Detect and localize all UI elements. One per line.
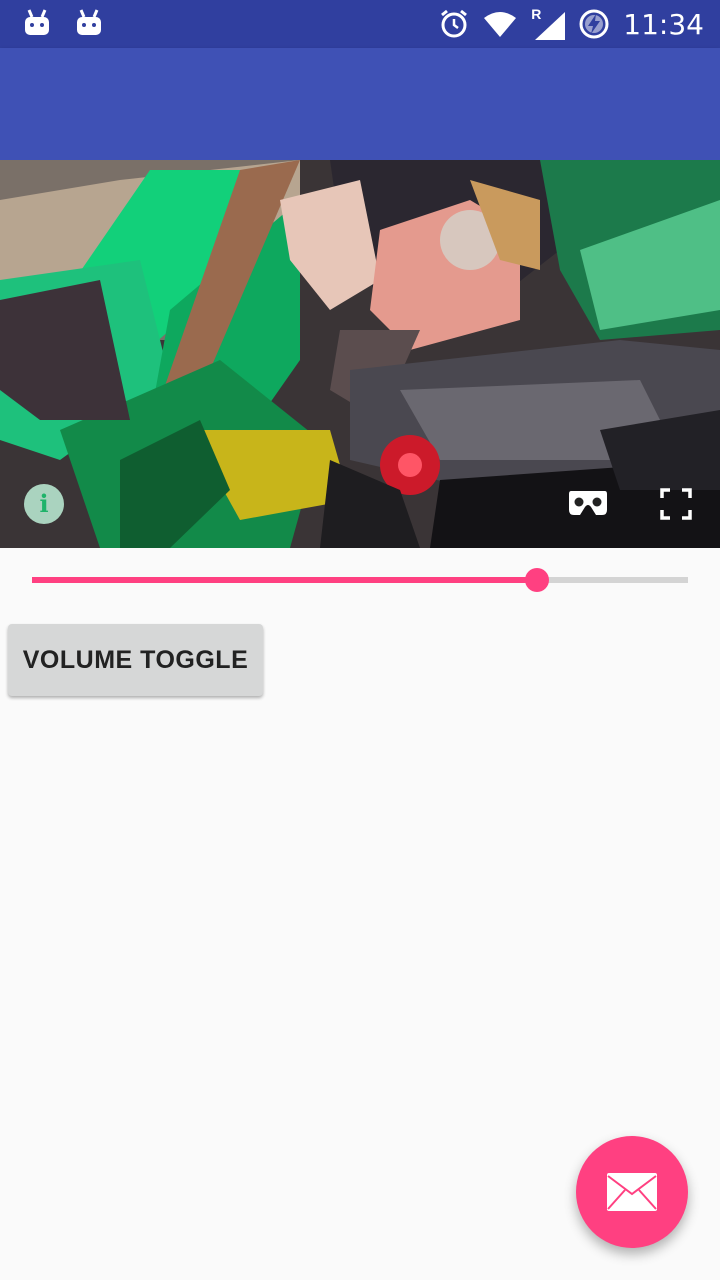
android-notification-icon — [25, 9, 49, 35]
app-bar — [0, 48, 720, 160]
alarm-icon — [441, 9, 468, 38]
status-bar: R 11:34 — [0, 0, 720, 48]
fullscreen-button[interactable] — [660, 488, 692, 520]
seek-thumb[interactable] — [525, 568, 550, 592]
info-button[interactable]: i — [24, 484, 64, 524]
vr-video-view[interactable]: i — [0, 160, 720, 548]
email-icon — [607, 1173, 657, 1211]
status-time: 11:34 — [623, 7, 704, 41]
seek-progress — [32, 577, 538, 583]
android-notification-icon — [77, 9, 101, 35]
battery-charging-icon — [579, 9, 609, 39]
email-fab[interactable] — [576, 1136, 688, 1248]
fullscreen-icon — [660, 488, 692, 520]
volume-toggle-button[interactable]: VOLUME TOGGLE — [8, 624, 263, 696]
cardboard-vr-icon — [569, 491, 607, 515]
info-icon: i — [39, 489, 49, 518]
signal-icon: R — [531, 6, 566, 40]
cardboard-vr-button[interactable] — [568, 488, 608, 518]
video-frame — [0, 160, 720, 548]
seek-bar[interactable] — [32, 568, 688, 592]
wifi-icon — [484, 12, 517, 37]
